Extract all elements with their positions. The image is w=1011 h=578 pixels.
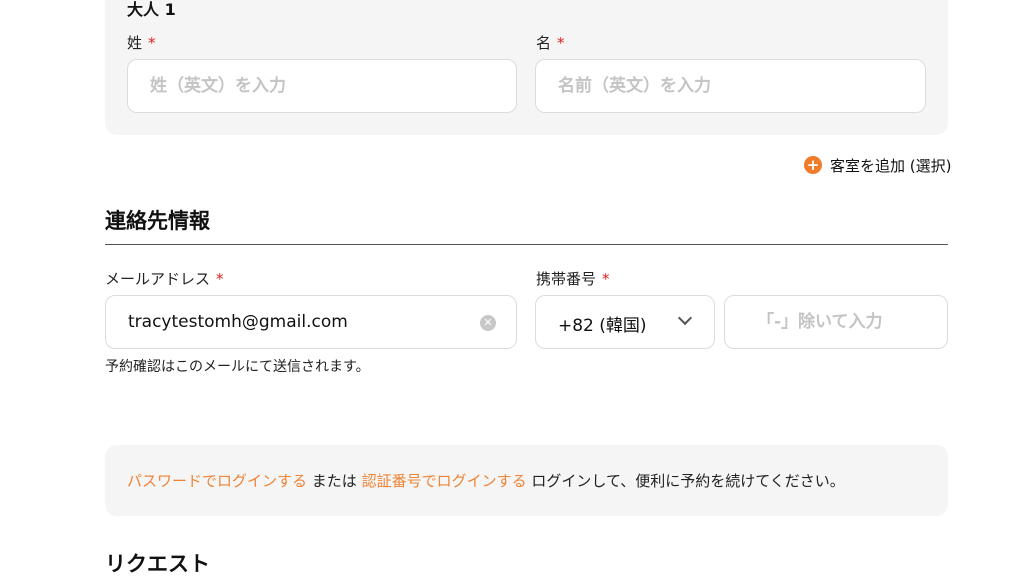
country-code-select[interactable]: +82 (韓国) — [535, 295, 715, 349]
next-section-title: リクエスト — [105, 552, 210, 576]
email-field[interactable]: ✕ — [105, 295, 517, 349]
first-name-input[interactable] — [536, 60, 925, 112]
email-note: 予約確認はこのメールにて送信されます。 — [105, 359, 370, 375]
email-label-text: メールアドレス — [105, 270, 211, 288]
add-room-button[interactable]: + 客室を追加 (選択) — [804, 153, 951, 177]
last-name-label: 姓 * — [127, 32, 156, 53]
or-text: または — [311, 472, 357, 490]
code-login-link[interactable]: 認証番号でログインする — [362, 472, 527, 490]
required-mark: * — [148, 34, 156, 52]
email-input[interactable] — [106, 296, 516, 348]
first-name-label: 名 * — [536, 32, 565, 53]
required-mark: * — [602, 270, 610, 288]
phone-number-field[interactable] — [724, 295, 948, 349]
plus-icon: + — [804, 156, 822, 174]
section-divider — [105, 244, 948, 245]
required-mark: * — [557, 34, 565, 52]
contact-section-title: 連絡先情報 — [105, 209, 210, 233]
phone-label-text: 携帯番号 — [536, 270, 597, 288]
phone-number-input[interactable] — [725, 296, 947, 348]
chevron-down-icon — [677, 310, 693, 326]
first-name-field[interactable] — [535, 59, 926, 113]
last-name-input[interactable] — [128, 60, 516, 112]
country-code-value: +82 (韓国) — [558, 316, 647, 336]
clear-icon[interactable]: ✕ — [480, 315, 496, 331]
email-label: メールアドレス * — [105, 268, 224, 289]
last-name-field[interactable] — [127, 59, 517, 113]
required-mark: * — [216, 270, 224, 288]
login-message: ログインして、便利に予約を続けてください。 — [531, 472, 845, 490]
add-room-label: 客室を追加 (選択) — [830, 156, 952, 175]
login-prompt: パスワードでログインする または 認証番号でログインする ログインして、便利に予… — [105, 445, 948, 516]
guest-title: 大人 1 — [127, 0, 176, 19]
first-name-label-text: 名 — [536, 34, 552, 52]
password-login-link[interactable]: パスワードでログインする — [127, 472, 307, 490]
login-line: パスワードでログインする または 認証番号でログインする ログインして、便利に予… — [127, 470, 845, 491]
last-name-label-text: 姓 — [127, 34, 143, 52]
phone-label: 携帯番号 * — [536, 268, 610, 289]
